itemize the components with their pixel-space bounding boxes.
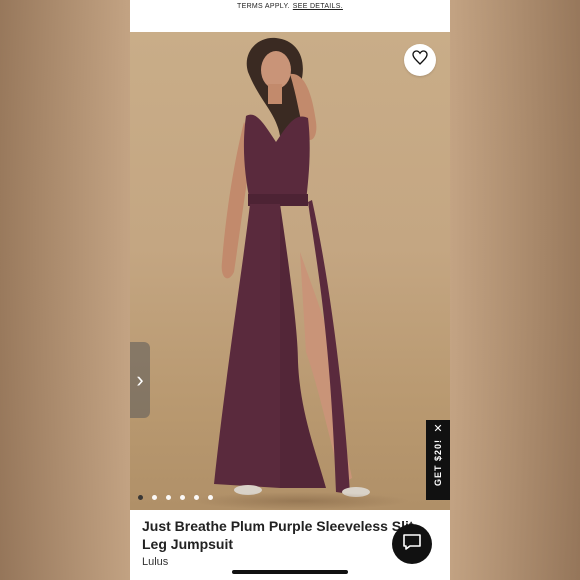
carousel-dot[interactable] [180, 495, 185, 500]
promo-tab[interactable]: ✕ GET $20! [426, 420, 450, 500]
carousel-dot[interactable] [208, 495, 213, 500]
favorite-button[interactable] [404, 44, 436, 76]
chat-icon [402, 533, 422, 556]
carousel-dot[interactable] [152, 495, 157, 500]
chevron-right-icon: › [136, 367, 144, 392]
chat-button[interactable] [392, 524, 432, 564]
terms-banner: TERMS APPLY. SEE DETAILS. [130, 0, 450, 32]
floor-shadow [190, 492, 410, 510]
screenshot-frame: TERMS APPLY. SEE DETAILS. › ✕ GET $20! J… [0, 0, 580, 580]
see-details-link[interactable]: SEE DETAILS. [293, 3, 343, 10]
terms-text: TERMS APPLY. [237, 3, 290, 10]
blurred-background-left [0, 0, 130, 580]
model-illustration [214, 37, 370, 497]
heart-icon [412, 49, 428, 71]
blurred-background-right [450, 0, 580, 580]
product-info: Just Breathe Plum Purple Sleeveless Slit… [130, 510, 450, 580]
carousel-dots [138, 495, 213, 500]
next-image-button[interactable]: › [130, 342, 150, 418]
carousel-dot[interactable] [138, 495, 143, 500]
promo-label: GET $20! [433, 439, 443, 487]
product-image[interactable]: › [130, 32, 450, 510]
carousel-dot[interactable] [194, 495, 199, 500]
home-indicator [232, 570, 348, 574]
product-brand[interactable]: Lulus [142, 556, 168, 568]
carousel-dot[interactable] [166, 495, 171, 500]
close-icon[interactable]: ✕ [433, 424, 442, 435]
phone-screen: TERMS APPLY. SEE DETAILS. › ✕ GET $20! J… [130, 0, 450, 580]
